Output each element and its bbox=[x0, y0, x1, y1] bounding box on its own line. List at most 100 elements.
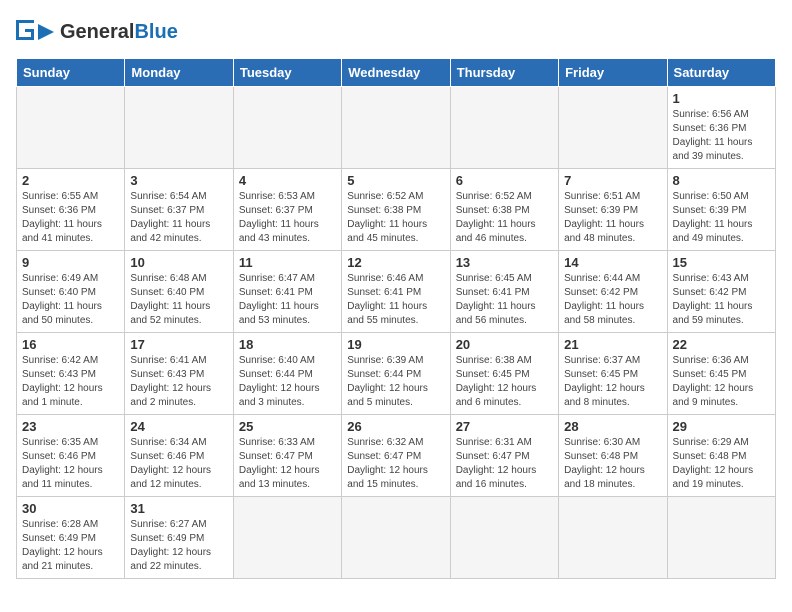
day-number: 29 bbox=[673, 419, 770, 434]
day-number: 5 bbox=[347, 173, 444, 188]
day-number: 14 bbox=[564, 255, 661, 270]
week-row-0: 1 Sunrise: 6:56 AM Sunset: 6:36 PM Daylig… bbox=[17, 87, 776, 169]
calendar-table: SundayMondayTuesdayWednesdayThursdayFrid… bbox=[16, 58, 776, 579]
week-row-1: 2 Sunrise: 6:55 AM Sunset: 6:36 PM Daylig… bbox=[17, 169, 776, 251]
calendar-cell: 28 Sunrise: 6:30 AM Sunset: 6:48 PM Dayli… bbox=[559, 415, 667, 497]
calendar-cell: 15Sunrise: 6:43 AM Sunset: 6:42 PM Dayli… bbox=[667, 251, 775, 333]
day-number: 21 bbox=[564, 337, 661, 352]
day-info: Sunrise: 6:33 AM Sunset: 6:47 PM Dayligh… bbox=[239, 436, 336, 492]
day-info: Sunrise: 6:31 AM Sunset: 6:47 PM Dayligh… bbox=[456, 436, 553, 492]
day-info: Sunrise: 6:56 AM Sunset: 6:36 PM Dayligh… bbox=[673, 108, 770, 164]
logo: GeneralBlue bbox=[16, 16, 178, 48]
day-number: 25 bbox=[239, 419, 336, 434]
calendar-cell: 9 Sunrise: 6:49 AM Sunset: 6:40 PM Daylig… bbox=[17, 251, 125, 333]
logo-svg-icon bbox=[16, 16, 56, 48]
day-number: 17 bbox=[130, 337, 227, 352]
day-info: Sunrise: 6:47 AM Sunset: 6:41 PM Dayligh… bbox=[239, 272, 336, 328]
day-info: Sunrise: 6:29 AM Sunset: 6:48 PM Dayligh… bbox=[673, 436, 770, 492]
day-number: 30 bbox=[22, 501, 119, 516]
calendar-cell: 26 Sunrise: 6:32 AM Sunset: 6:47 PM Dayli… bbox=[342, 415, 450, 497]
calendar-cell: 10 Sunrise: 6:48 AM Sunset: 6:40 PM Dayli… bbox=[125, 251, 233, 333]
day-info: Sunrise: 6:44 AM Sunset: 6:42 PM Dayligh… bbox=[564, 272, 661, 328]
day-info: Sunrise: 6:38 AM Sunset: 6:45 PM Dayligh… bbox=[456, 354, 553, 410]
calendar-cell bbox=[450, 497, 558, 579]
day-info: Sunrise: 6:30 AM Sunset: 6:48 PM Dayligh… bbox=[564, 436, 661, 492]
calendar-cell: 19 Sunrise: 6:39 AM Sunset: 6:44 PM Dayli… bbox=[342, 333, 450, 415]
day-number: 11 bbox=[239, 255, 336, 270]
calendar-cell: 8Sunrise: 6:50 AM Sunset: 6:39 PM Daylig… bbox=[667, 169, 775, 251]
calendar-cell: 1 Sunrise: 6:56 AM Sunset: 6:36 PM Daylig… bbox=[667, 87, 775, 169]
day-info: Sunrise: 6:36 AM Sunset: 6:45 PM Dayligh… bbox=[673, 354, 770, 410]
calendar-cell: 27Sunrise: 6:31 AM Sunset: 6:47 PM Dayli… bbox=[450, 415, 558, 497]
day-info: Sunrise: 6:53 AM Sunset: 6:37 PM Dayligh… bbox=[239, 190, 336, 246]
day-info: Sunrise: 6:49 AM Sunset: 6:40 PM Dayligh… bbox=[22, 272, 119, 328]
day-info: Sunrise: 6:48 AM Sunset: 6:40 PM Dayligh… bbox=[130, 272, 227, 328]
calendar-cell bbox=[342, 497, 450, 579]
calendar-cell: 12 Sunrise: 6:46 AM Sunset: 6:41 PM Dayli… bbox=[342, 251, 450, 333]
calendar-cell bbox=[233, 497, 341, 579]
calendar-cell: 18 Sunrise: 6:40 AM Sunset: 6:44 PM Dayli… bbox=[233, 333, 341, 415]
day-info: Sunrise: 6:51 AM Sunset: 6:39 PM Dayligh… bbox=[564, 190, 661, 246]
week-row-2: 9 Sunrise: 6:49 AM Sunset: 6:40 PM Daylig… bbox=[17, 251, 776, 333]
day-number: 28 bbox=[564, 419, 661, 434]
weekday-header-saturday: Saturday bbox=[667, 59, 775, 87]
day-info: Sunrise: 6:35 AM Sunset: 6:46 PM Dayligh… bbox=[22, 436, 119, 492]
day-number: 26 bbox=[347, 419, 444, 434]
calendar-cell bbox=[667, 497, 775, 579]
calendar-cell: 7Sunrise: 6:51 AM Sunset: 6:39 PM Daylig… bbox=[559, 169, 667, 251]
weekday-header-sunday: Sunday bbox=[17, 59, 125, 87]
week-row-5: 30Sunrise: 6:28 AM Sunset: 6:49 PM Dayli… bbox=[17, 497, 776, 579]
day-info: Sunrise: 6:40 AM Sunset: 6:44 PM Dayligh… bbox=[239, 354, 336, 410]
calendar-cell: 2 Sunrise: 6:55 AM Sunset: 6:36 PM Daylig… bbox=[17, 169, 125, 251]
day-number: 10 bbox=[130, 255, 227, 270]
calendar-cell: 5Sunrise: 6:52 AM Sunset: 6:38 PM Daylig… bbox=[342, 169, 450, 251]
day-info: Sunrise: 6:45 AM Sunset: 6:41 PM Dayligh… bbox=[456, 272, 553, 328]
day-info: Sunrise: 6:54 AM Sunset: 6:37 PM Dayligh… bbox=[130, 190, 227, 246]
day-info: Sunrise: 6:41 AM Sunset: 6:43 PM Dayligh… bbox=[130, 354, 227, 410]
calendar-cell: 13 Sunrise: 6:45 AM Sunset: 6:41 PM Dayli… bbox=[450, 251, 558, 333]
day-info: Sunrise: 6:46 AM Sunset: 6:41 PM Dayligh… bbox=[347, 272, 444, 328]
calendar-cell: 3 Sunrise: 6:54 AM Sunset: 6:37 PM Daylig… bbox=[125, 169, 233, 251]
day-info: Sunrise: 6:39 AM Sunset: 6:44 PM Dayligh… bbox=[347, 354, 444, 410]
day-number: 22 bbox=[673, 337, 770, 352]
day-number: 8 bbox=[673, 173, 770, 188]
day-info: Sunrise: 6:37 AM Sunset: 6:45 PM Dayligh… bbox=[564, 354, 661, 410]
day-number: 1 bbox=[673, 91, 770, 106]
weekday-header-friday: Friday bbox=[559, 59, 667, 87]
weekday-header-thursday: Thursday bbox=[450, 59, 558, 87]
day-info: Sunrise: 6:27 AM Sunset: 6:49 PM Dayligh… bbox=[130, 518, 227, 574]
calendar-cell bbox=[342, 87, 450, 169]
day-info: Sunrise: 6:32 AM Sunset: 6:47 PM Dayligh… bbox=[347, 436, 444, 492]
calendar-cell: 22 Sunrise: 6:36 AM Sunset: 6:45 PM Dayli… bbox=[667, 333, 775, 415]
logo-general: General bbox=[60, 21, 134, 43]
calendar-cell: 11 Sunrise: 6:47 AM Sunset: 6:41 PM Dayli… bbox=[233, 251, 341, 333]
day-number: 19 bbox=[347, 337, 444, 352]
day-number: 12 bbox=[347, 255, 444, 270]
day-number: 18 bbox=[239, 337, 336, 352]
calendar-cell: 4 Sunrise: 6:53 AM Sunset: 6:37 PM Daylig… bbox=[233, 169, 341, 251]
day-number: 23 bbox=[22, 419, 119, 434]
day-number: 31 bbox=[130, 501, 227, 516]
weekday-header-monday: Monday bbox=[125, 59, 233, 87]
day-info: Sunrise: 6:52 AM Sunset: 6:38 PM Dayligh… bbox=[456, 190, 553, 246]
calendar-cell bbox=[17, 87, 125, 169]
calendar-cell: 21 Sunrise: 6:37 AM Sunset: 6:45 PM Dayli… bbox=[559, 333, 667, 415]
day-number: 13 bbox=[456, 255, 553, 270]
calendar-cell: 31 Sunrise: 6:27 AM Sunset: 6:49 PM Dayli… bbox=[125, 497, 233, 579]
day-number: 20 bbox=[456, 337, 553, 352]
calendar-cell: 6 Sunrise: 6:52 AM Sunset: 6:38 PM Daylig… bbox=[450, 169, 558, 251]
day-number: 3 bbox=[130, 173, 227, 188]
day-number: 2 bbox=[22, 173, 119, 188]
day-number: 6 bbox=[456, 173, 553, 188]
weekday-header-tuesday: Tuesday bbox=[233, 59, 341, 87]
weekday-header-row: SundayMondayTuesdayWednesdayThursdayFrid… bbox=[17, 59, 776, 87]
weekday-header-wednesday: Wednesday bbox=[342, 59, 450, 87]
week-row-4: 23 Sunrise: 6:35 AM Sunset: 6:46 PM Dayli… bbox=[17, 415, 776, 497]
calendar-cell bbox=[559, 497, 667, 579]
day-info: Sunrise: 6:55 AM Sunset: 6:36 PM Dayligh… bbox=[22, 190, 119, 246]
calendar-cell bbox=[125, 87, 233, 169]
day-number: 16 bbox=[22, 337, 119, 352]
week-row-3: 16Sunrise: 6:42 AM Sunset: 6:43 PM Dayli… bbox=[17, 333, 776, 415]
day-number: 9 bbox=[22, 255, 119, 270]
day-number: 4 bbox=[239, 173, 336, 188]
